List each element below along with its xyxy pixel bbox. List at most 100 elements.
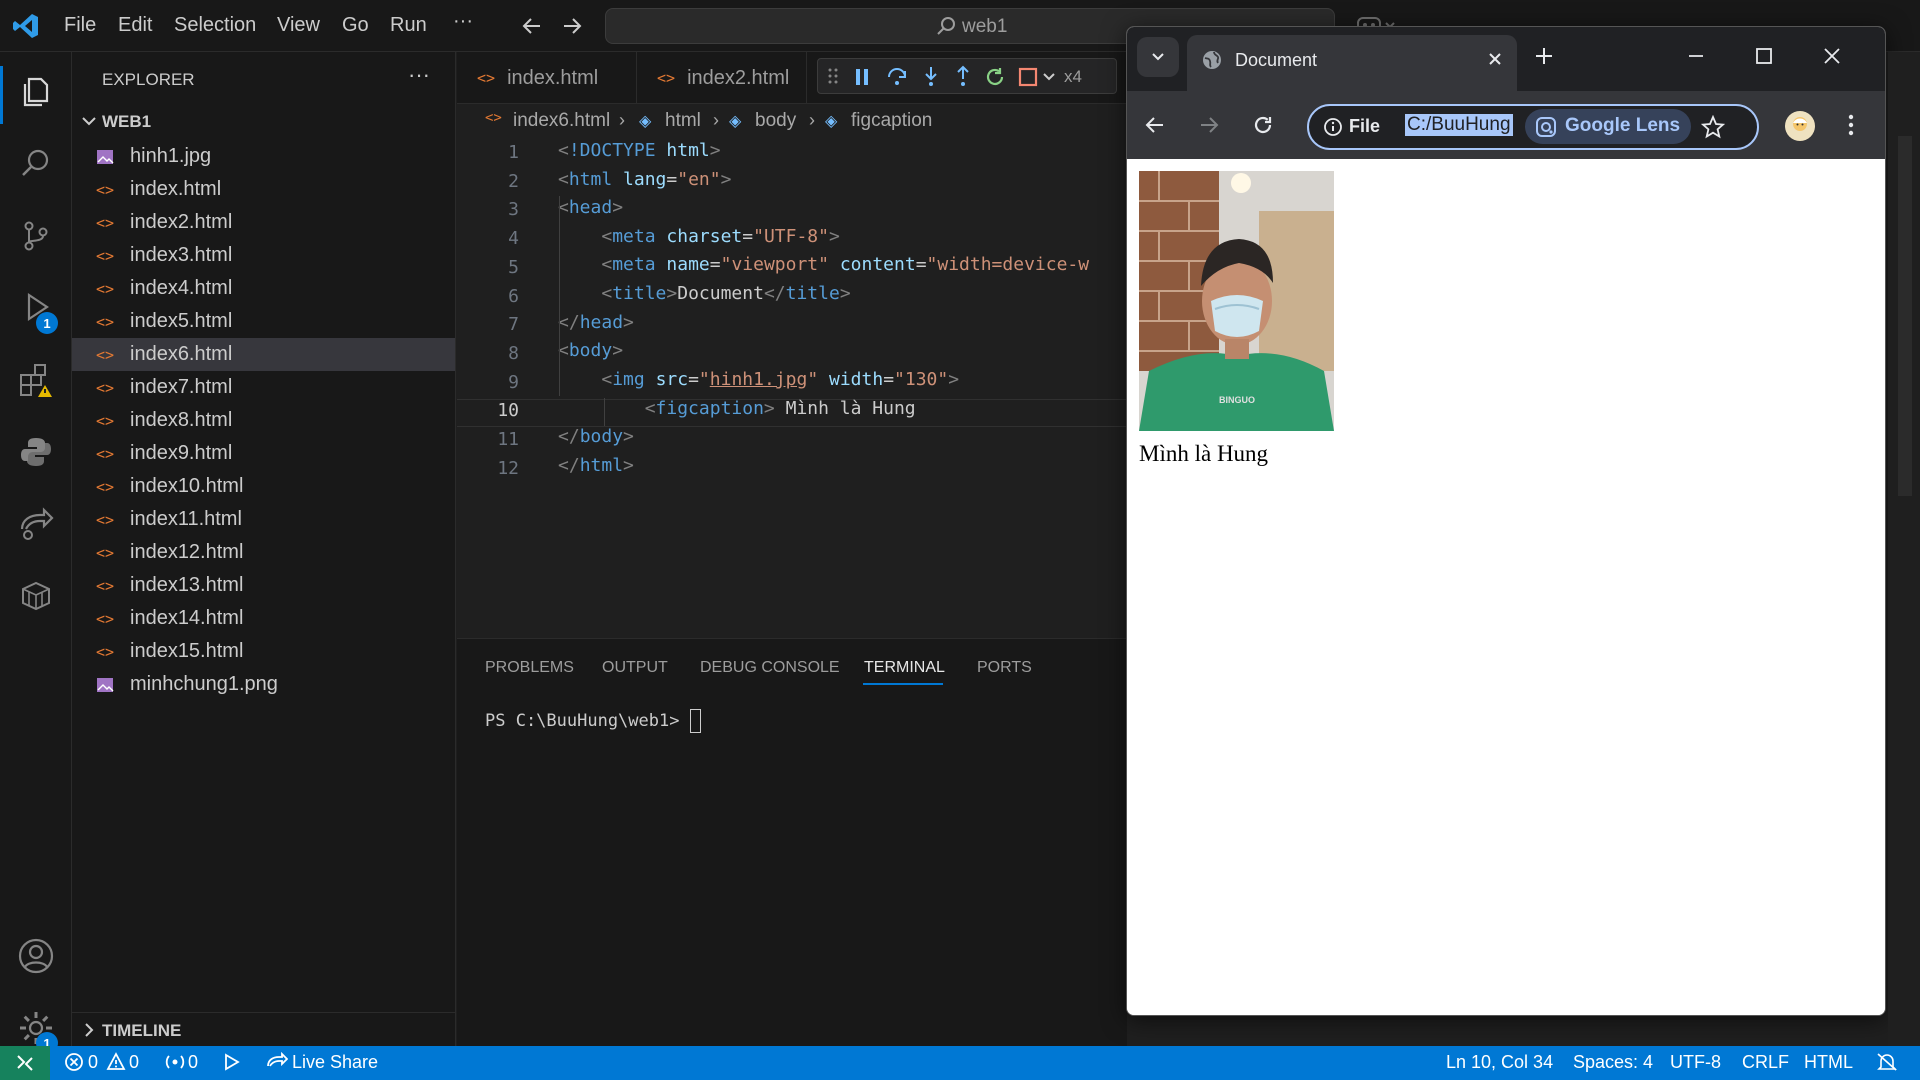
stop-icon[interactable]: [1018, 67, 1038, 87]
file-item[interactable]: <> index14.html: [72, 602, 455, 635]
menu-file[interactable]: File: [64, 14, 96, 37]
file-item[interactable]: <> index11.html: [72, 503, 455, 536]
file-item[interactable]: <> index5.html: [72, 305, 455, 338]
remote-indicator[interactable]: [0, 1046, 50, 1080]
search-icon[interactable]: [0, 128, 72, 200]
line-number: 9: [508, 371, 519, 393]
back-arrow-icon[interactable]: [1143, 113, 1167, 137]
drag-handle-icon[interactable]: [828, 67, 838, 85]
file-item[interactable]: <> index3.html: [72, 239, 455, 272]
explorer-icon[interactable]: [0, 56, 72, 128]
menu-run[interactable]: Run: [390, 14, 427, 37]
browser-tab[interactable]: Document: [1187, 35, 1517, 91]
menu-more[interactable]: ···: [453, 10, 473, 33]
live-share-icon[interactable]: [266, 1052, 288, 1074]
pause-icon[interactable]: [854, 67, 870, 87]
python-icon[interactable]: [0, 416, 72, 488]
cursor-position[interactable]: Ln 10, Col 34: [1446, 1052, 1553, 1073]
info-icon[interactable]: [1323, 117, 1343, 137]
tab-terminal[interactable]: TERMINAL: [864, 659, 945, 677]
terminal[interactable]: PS C:\BuuHung\web1>: [485, 709, 701, 733]
file-item[interactable]: <> index12.html: [72, 536, 455, 569]
code-editor[interactable]: 1 2 3 4 5 6 7 8 9 10 11 12 <!DOCTYPE html> <html la…: [457, 138, 1127, 636]
tab-problems[interactable]: PROBLEMS: [485, 659, 574, 677]
menu-go[interactable]: Go: [342, 14, 369, 37]
tab-output[interactable]: OUTPUT: [602, 659, 668, 677]
back-arrow-icon[interactable]: [520, 14, 544, 38]
code-line: <!DOCTYPE html>: [558, 140, 721, 161]
step-out-icon[interactable]: [954, 65, 972, 87]
minimize-icon[interactable]: [1685, 45, 1707, 67]
close-window-icon[interactable]: [1821, 45, 1843, 67]
notifications-bell-icon[interactable]: [1876, 1052, 1898, 1074]
breadcrumb-figcaption[interactable]: figcaption: [851, 110, 932, 132]
step-over-icon[interactable]: [886, 67, 908, 87]
maximize-icon[interactable]: [1753, 45, 1775, 67]
tab-label: index2.html: [687, 66, 790, 89]
run-debug-icon[interactable]: 1: [0, 272, 72, 344]
line-ending[interactable]: CRLF: [1742, 1052, 1789, 1073]
breadcrumb-body[interactable]: body: [755, 110, 796, 132]
explorer-more-icon[interactable]: ···: [408, 62, 430, 88]
file-item[interactable]: <> index10.html: [72, 470, 455, 503]
file-item[interactable]: minhchung1.png: [72, 668, 455, 701]
error-count[interactable]: 0: [88, 1052, 98, 1073]
file-item[interactable]: <> index9.html: [72, 437, 455, 470]
live-share-icon[interactable]: [0, 488, 72, 560]
extensions-icon[interactable]: [0, 344, 72, 416]
kebab-menu-icon[interactable]: [1847, 113, 1855, 137]
ports-icon[interactable]: [164, 1052, 186, 1074]
tab-debug-console[interactable]: DEBUG CONSOLE: [700, 659, 840, 677]
reload-icon[interactable]: [1251, 113, 1275, 137]
tab-ports[interactable]: PORTS: [977, 659, 1032, 677]
file-item[interactable]: <> index6.html: [72, 338, 455, 371]
star-bookmark-icon[interactable]: [1701, 115, 1725, 139]
error-icon[interactable]: [64, 1052, 84, 1074]
tab-index-html[interactable]: <> index.html: [457, 52, 637, 104]
folder-web1[interactable]: WEB1: [72, 108, 455, 138]
forward-arrow-icon[interactable]: [560, 14, 584, 38]
new-tab-icon[interactable]: [1533, 45, 1555, 67]
source-control-icon[interactable]: [0, 200, 72, 272]
bottom-panel: PROBLEMS OUTPUT DEBUG CONSOLE TERMINAL P…: [457, 638, 1127, 1046]
menu-selection[interactable]: Selection: [174, 14, 256, 37]
live-share-label[interactable]: Live Share: [292, 1052, 378, 1073]
warning-count[interactable]: 0: [129, 1052, 139, 1073]
chevron-down-icon[interactable]: [1042, 71, 1056, 83]
package-icon[interactable]: [0, 560, 72, 632]
file-item[interactable]: hinh1.jpg: [72, 140, 455, 173]
ports-count[interactable]: 0: [188, 1052, 198, 1073]
address-bar[interactable]: File C:/BuuHung Google Lens: [1307, 104, 1759, 150]
file-item[interactable]: <> index8.html: [72, 404, 455, 437]
breadcrumb-html[interactable]: html: [665, 110, 701, 132]
google-lens-button[interactable]: Google Lens: [1525, 109, 1691, 144]
file-item[interactable]: <> index.html: [72, 173, 455, 206]
step-into-icon[interactable]: [922, 65, 940, 87]
tab-search-button[interactable]: [1137, 37, 1179, 77]
forward-arrow-icon[interactable]: [1197, 113, 1221, 137]
scrollbar[interactable]: [1898, 136, 1912, 496]
address-text[interactable]: C:/BuuHung: [1405, 114, 1513, 136]
file-item[interactable]: <> index15.html: [72, 635, 455, 668]
tab-index2-html[interactable]: <> index2.html: [637, 52, 807, 104]
warning-icon[interactable]: [106, 1052, 126, 1074]
debug-launch-icon[interactable]: [220, 1052, 242, 1074]
timeline-section[interactable]: TIMELINE: [72, 1012, 455, 1046]
code-line: <meta charset="UTF-8">: [601, 226, 840, 247]
restart-icon[interactable]: [984, 66, 1006, 88]
encoding[interactable]: UTF-8: [1670, 1052, 1721, 1073]
file-item[interactable]: <> index7.html: [72, 371, 455, 404]
menu-view[interactable]: View: [277, 14, 320, 37]
file-item[interactable]: <> index2.html: [72, 206, 455, 239]
account-icon[interactable]: [0, 920, 72, 992]
language-mode[interactable]: HTML: [1804, 1052, 1853, 1073]
html-file-icon: <>: [96, 477, 115, 496]
file-item[interactable]: <> index4.html: [72, 272, 455, 305]
breadcrumb-file[interactable]: index6.html: [513, 110, 610, 132]
file-item[interactable]: <> index13.html: [72, 569, 455, 602]
image-file-icon: [96, 676, 118, 694]
indentation[interactable]: Spaces: 4: [1573, 1052, 1653, 1073]
profile-avatar[interactable]: [1785, 111, 1815, 141]
menu-edit[interactable]: Edit: [118, 14, 152, 37]
close-tab-icon[interactable]: [1485, 49, 1505, 69]
